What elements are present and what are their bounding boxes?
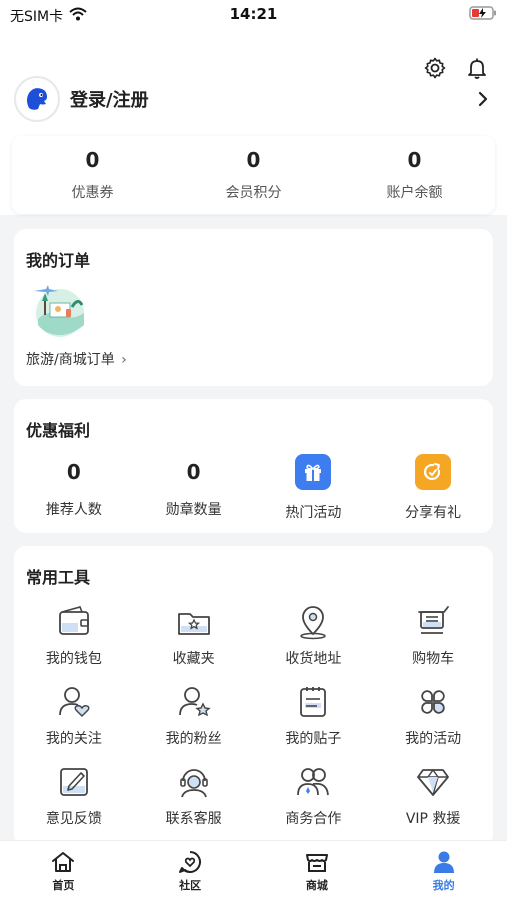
avatar-mascot-icon bbox=[27, 88, 47, 110]
gift-icon bbox=[295, 454, 332, 490]
travel-mall-orders-link[interactable]: 旅游/商城订单 › bbox=[26, 349, 127, 369]
shopping-cart-icon bbox=[413, 602, 453, 642]
stat-label: 会员积分 bbox=[225, 185, 282, 201]
stat-value: 0 bbox=[246, 148, 261, 172]
account-stats-card: 0 优惠券 0 会员积分 0 账户余额 bbox=[12, 136, 495, 214]
post-document-icon bbox=[293, 682, 333, 722]
favorites-folder-icon bbox=[174, 602, 214, 642]
stat-value: 0 bbox=[85, 148, 100, 172]
user-heart-icon bbox=[54, 682, 94, 722]
avatar[interactable] bbox=[14, 76, 60, 122]
benefit-value: 0 bbox=[66, 460, 81, 484]
tool-label: 商务合作 bbox=[285, 811, 342, 827]
benefit-hot-activities[interactable]: 热门活动 bbox=[254, 454, 374, 522]
home-icon bbox=[50, 849, 76, 875]
stat-member-points[interactable]: 0 会员积分 bbox=[173, 136, 334, 214]
battery-icon bbox=[469, 6, 497, 24]
tool-label: 我的贴子 bbox=[285, 731, 342, 747]
tool-my-activities[interactable]: 我的活动 bbox=[373, 682, 493, 748]
stat-value: 0 bbox=[407, 148, 422, 172]
tool-label: 联系客服 bbox=[165, 811, 222, 827]
tool-customer-service[interactable]: 联系客服 bbox=[134, 762, 254, 828]
tool-label: 收货地址 bbox=[285, 651, 342, 667]
tool-label: 我的活动 bbox=[405, 731, 462, 747]
stat-coupons[interactable]: 0 优惠券 bbox=[12, 136, 173, 214]
benefits-row: 0 推荐人数 0 勋章数量 热门活动 分享有礼 bbox=[14, 454, 493, 522]
common-tools-card: 常用工具 我的钱包 收藏夹 收货地址 购物车 我的关注 我的粉丝 我的贴子 我的… bbox=[14, 546, 493, 846]
bottom-tab-bar: 首页 社区 商城 我的 bbox=[0, 840, 507, 900]
stat-account-balance[interactable]: 0 账户余额 bbox=[334, 136, 495, 214]
location-pin-icon bbox=[293, 602, 333, 642]
chevron-right-icon[interactable] bbox=[473, 89, 493, 109]
tab-home[interactable]: 首页 bbox=[0, 841, 127, 900]
tab-label: 我的 bbox=[432, 879, 455, 892]
tool-business-cooperation[interactable]: 商务合作 bbox=[254, 762, 374, 828]
tab-label: 商城 bbox=[305, 879, 328, 892]
stat-label: 账户余额 bbox=[386, 185, 443, 201]
vip-diamond-icon bbox=[413, 762, 453, 802]
tool-vip-rescue[interactable]: VIP 救援 bbox=[373, 762, 493, 828]
tool-following[interactable]: 我的关注 bbox=[14, 682, 134, 748]
tool-label: 购物车 bbox=[412, 651, 455, 667]
benefit-referrals[interactable]: 0 推荐人数 bbox=[14, 457, 134, 522]
benefits-card: 优惠福利 0 推荐人数 0 勋章数量 热门活动 分享有礼 bbox=[14, 399, 493, 533]
benefit-value: 0 bbox=[186, 460, 201, 484]
tool-shipping-address[interactable]: 收货地址 bbox=[254, 602, 374, 668]
store-icon bbox=[304, 849, 330, 875]
feedback-edit-icon bbox=[54, 762, 94, 802]
tool-fans[interactable]: 我的粉丝 bbox=[134, 682, 254, 748]
tool-shopping-cart[interactable]: 购物车 bbox=[373, 602, 493, 668]
orders-title: 我的订单 bbox=[26, 251, 91, 270]
customer-service-icon bbox=[174, 762, 214, 802]
business-users-icon bbox=[293, 762, 333, 802]
stat-label: 优惠券 bbox=[71, 185, 114, 201]
tool-label: 我的钱包 bbox=[45, 651, 102, 667]
tool-label: 我的粉丝 bbox=[165, 731, 222, 747]
tool-favorites[interactable]: 收藏夹 bbox=[134, 602, 254, 668]
status-bar: 无SIM卡 14:21 bbox=[0, 0, 507, 30]
benefit-medals[interactable]: 0 勋章数量 bbox=[134, 457, 254, 522]
my-orders-card: 我的订单 旅游/商城订单 › bbox=[14, 229, 493, 386]
orders-link-label: 旅游/商城订单 bbox=[26, 352, 115, 368]
benefit-label: 勋章数量 bbox=[165, 502, 222, 518]
activity-grid-icon bbox=[413, 682, 453, 722]
profile-icon bbox=[431, 849, 457, 875]
tool-wallet[interactable]: 我的钱包 bbox=[14, 602, 134, 668]
tool-label: 意见反馈 bbox=[45, 811, 102, 827]
benefit-share-rewards[interactable]: 分享有礼 bbox=[373, 454, 493, 522]
tool-label: 收藏夹 bbox=[172, 651, 215, 667]
tab-store[interactable]: 商城 bbox=[254, 841, 381, 900]
profile-login-row[interactable]: 登录/注册 bbox=[14, 76, 493, 122]
tab-community[interactable]: 社区 bbox=[127, 841, 254, 900]
wallet-icon bbox=[54, 602, 94, 642]
tool-label: 我的关注 bbox=[45, 731, 102, 747]
chevron-right-small-icon: › bbox=[121, 352, 127, 368]
tab-label: 社区 bbox=[179, 879, 202, 892]
status-time: 14:21 bbox=[229, 5, 278, 23]
login-register-label[interactable]: 登录/注册 bbox=[70, 86, 473, 112]
benefit-label: 推荐人数 bbox=[45, 502, 102, 518]
travel-illustration-icon[interactable] bbox=[28, 279, 90, 341]
benefit-label: 分享有礼 bbox=[405, 505, 462, 521]
user-star-icon bbox=[174, 682, 214, 722]
tools-title: 常用工具 bbox=[26, 568, 91, 587]
share-icon bbox=[415, 454, 452, 490]
tab-profile[interactable]: 我的 bbox=[380, 841, 507, 900]
benefit-label: 热门活动 bbox=[285, 505, 342, 521]
benefits-title: 优惠福利 bbox=[26, 421, 91, 440]
tab-label: 首页 bbox=[52, 879, 75, 892]
community-icon bbox=[177, 849, 203, 875]
tool-feedback[interactable]: 意见反馈 bbox=[14, 762, 134, 828]
tool-my-posts[interactable]: 我的贴子 bbox=[254, 682, 374, 748]
tool-label: VIP 救援 bbox=[405, 811, 461, 827]
tools-grid: 我的钱包 收藏夹 收货地址 购物车 我的关注 我的粉丝 我的贴子 我的活动 意见… bbox=[14, 602, 493, 828]
